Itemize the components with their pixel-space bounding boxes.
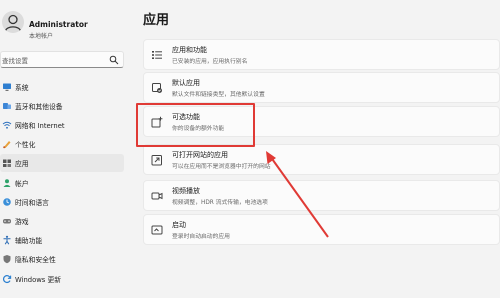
apps-icon [3, 159, 11, 167]
avatar [2, 11, 24, 33]
card-apps-features[interactable]: 应用和功能 已安装的应用，应用执行别名 [143, 39, 500, 70]
startup-icon [151, 225, 163, 235]
sidebar-item-bluetooth[interactable]: 蓝牙和其他设备 [0, 97, 124, 115]
card-startup[interactable]: 启动 登录时自动启动的应用 [143, 214, 500, 245]
sidebar-item-label: 网络和 Internet [15, 122, 65, 130]
person-icon [4, 14, 22, 32]
search-icon [109, 55, 119, 65]
sidebar-item-label: 蓝牙和其他设备 [15, 103, 63, 111]
card-apps-for-websites[interactable]: 可打开网站的应用 可以在应用而不是浏览器中打开的网站 [143, 144, 500, 175]
sidebar-item-accessibility[interactable]: 辅助功能 [0, 231, 124, 249]
card-title: 默认应用 [172, 79, 200, 87]
sidebar-item-personalization[interactable]: 个性化 [0, 135, 124, 153]
sidebar-item-apps[interactable]: 应用 [0, 154, 124, 172]
card-description: 默认文件和链接类型，其他默认设置 [172, 92, 265, 98]
card-title: 可打开网站的应用 [172, 151, 228, 159]
search-placeholder: 查找设置 [2, 57, 28, 65]
apps-for-websites-icon [151, 155, 162, 166]
sidebar: Administrator 本地帐户 查找设置 系统 蓝牙和其他设备 网络和 I… [0, 0, 130, 298]
sidebar-item-label: 个性化 [15, 141, 36, 149]
sidebar-item-accounts[interactable]: 帐户 [0, 174, 124, 192]
gaming-icon [3, 219, 11, 224]
personalization-icon [3, 141, 11, 149]
card-description: 可以在应用而不是浏览器中打开的网站 [172, 164, 271, 170]
bluetooth-icon [3, 103, 11, 109]
sidebar-item-label: 应用 [15, 160, 29, 168]
sidebar-item-windows-update[interactable]: Windows 更新 [0, 270, 124, 288]
card-description: 登录时自动启动的应用 [172, 234, 230, 240]
page-title: 应用 [143, 13, 170, 28]
network-icon [2, 121, 12, 129]
system-icon [3, 83, 11, 91]
sidebar-item-label: 帐户 [15, 180, 29, 188]
card-description: 已安装的应用，应用执行别名 [172, 59, 248, 65]
sidebar-item-network[interactable]: 网络和 Internet [0, 116, 124, 134]
sidebar-item-time-language[interactable]: 时间和语言 [0, 193, 124, 211]
highlight-box [136, 103, 255, 147]
time-language-icon [3, 198, 11, 206]
card-title: 应用和功能 [172, 46, 207, 54]
windows-update-icon [3, 275, 12, 284]
default-apps-icon [152, 83, 162, 93]
sidebar-item-label: 游戏 [15, 218, 29, 226]
accounts-icon [3, 179, 11, 187]
card-title: 视频播放 [172, 187, 200, 195]
sidebar-item-label: 时间和语言 [15, 199, 49, 207]
sidebar-item-gaming[interactable]: 游戏 [0, 212, 124, 230]
card-video-playback[interactable]: 视频播放 视频调整，HDR 流式传输，电池选项 [143, 180, 500, 211]
sidebar-item-label: 系统 [15, 84, 29, 92]
privacy-icon [3, 255, 11, 264]
card-description: 视频调整，HDR 流式传输，电池选项 [172, 200, 268, 206]
sidebar-item-privacy[interactable]: 隐私和安全性 [0, 250, 124, 268]
card-title: 启动 [172, 221, 186, 229]
sidebar-item-label: 隐私和安全性 [15, 256, 56, 264]
search-input[interactable]: 查找设置 [0, 51, 124, 68]
user-profile[interactable]: Administrator 本地帐户 [0, 8, 130, 44]
video-playback-icon [151, 192, 163, 200]
sidebar-item-label: 辅助功能 [15, 237, 43, 245]
account-type: 本地帐户 [29, 33, 54, 40]
sidebar-item-system[interactable]: 系统 [0, 78, 124, 96]
sidebar-item-label: Windows 更新 [15, 276, 62, 284]
user-name: Administrator [29, 20, 88, 29]
card-default-apps[interactable]: 默认应用 默认文件和链接类型，其他默认设置 [143, 72, 500, 103]
apps-features-icon [152, 51, 162, 59]
accessibility-icon [3, 235, 11, 245]
